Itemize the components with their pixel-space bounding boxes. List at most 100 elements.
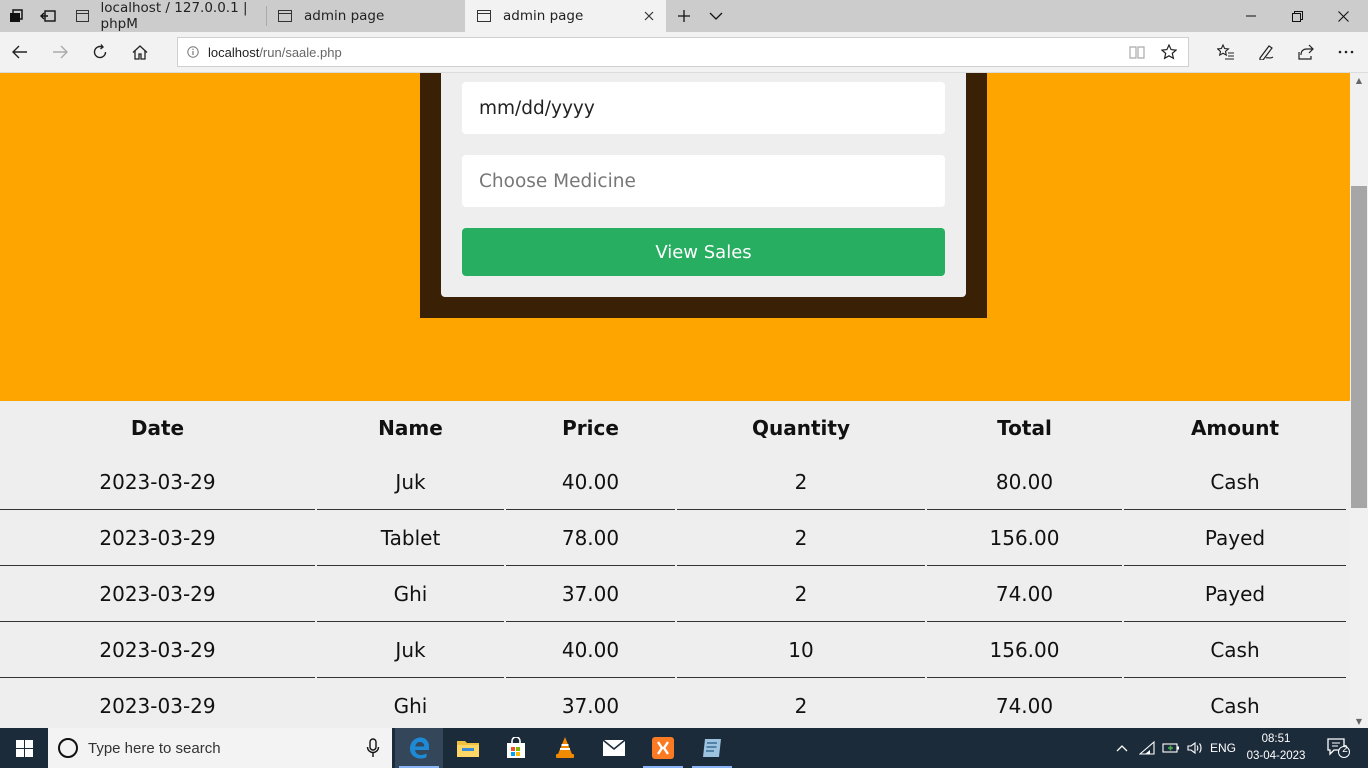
- medicine-select-placeholder: Choose Medicine: [479, 170, 636, 192]
- tab-phpmyadmin[interactable]: localhost / 127.0.0.1 | phpM: [64, 0, 266, 32]
- date-input-placeholder: mm/dd/yyyy: [479, 97, 595, 119]
- navigation-bar: localhost/run/saale.php: [0, 32, 1368, 73]
- home-icon[interactable]: [120, 32, 160, 72]
- favorite-star-icon[interactable]: [1154, 38, 1184, 66]
- cell-date: 2023-03-29: [0, 566, 315, 622]
- cell-amount: Cash: [1124, 455, 1346, 510]
- close-window-icon[interactable]: [1320, 0, 1366, 32]
- taskbar-search-box[interactable]: Type here to search: [48, 728, 392, 768]
- cell-quantity: 2: [677, 566, 925, 622]
- share-icon[interactable]: [1286, 32, 1326, 72]
- cell-price: 40.00: [506, 622, 675, 678]
- taskbar-store-icon[interactable]: [492, 728, 540, 768]
- close-tab-icon[interactable]: [640, 7, 658, 25]
- tab-preview-chevron-icon[interactable]: [700, 0, 732, 32]
- tab-bar: localhost / 127.0.0.1 | phpM admin page …: [0, 0, 1368, 32]
- cell-name: Ghi: [317, 678, 504, 728]
- volume-icon[interactable]: [1184, 728, 1206, 768]
- clock-time: 08:51: [1261, 733, 1291, 745]
- cell-price: 37.00: [506, 566, 675, 622]
- tab-title: localhost / 127.0.0.1 | phpM: [100, 0, 248, 32]
- show-hidden-icons-chevron-icon[interactable]: [1112, 728, 1132, 768]
- site-info-icon[interactable]: [178, 46, 208, 58]
- tab-admin-page[interactable]: admin page: [266, 0, 465, 32]
- web-note-pen-icon[interactable]: [1246, 32, 1286, 72]
- header-total: Total: [997, 416, 1052, 440]
- battery-icon[interactable]: [1160, 728, 1182, 768]
- page-icon: [76, 10, 89, 22]
- cell-quantity: 2: [677, 678, 925, 728]
- cell-total: 74.00: [927, 566, 1122, 622]
- taskbar-edge-icon[interactable]: [395, 728, 443, 768]
- header-price: Price: [562, 416, 619, 440]
- table-header-row: Date Name Price Quantity Total Amount: [0, 401, 1346, 455]
- favorites-hub-icon[interactable]: [1206, 32, 1246, 72]
- page-icon: [477, 10, 491, 22]
- table-row: 2023-03-29 Juk 40.00 2 80.00 Cash: [0, 455, 1346, 510]
- taskbar-clock[interactable]: 08:51 03-04-2023: [1240, 731, 1312, 765]
- cell-total: 80.00: [927, 455, 1122, 510]
- cell-amount: Cash: [1124, 678, 1346, 728]
- windows-taskbar: Type here to search ENG 08:51 03-04-2023: [0, 728, 1368, 768]
- cell-date: 2023-03-29: [0, 510, 315, 566]
- clock-date: 03-04-2023: [1246, 750, 1306, 762]
- cell-name: Tablet: [317, 510, 504, 566]
- cell-price: 37.00: [506, 678, 675, 728]
- cell-price: 78.00: [506, 510, 675, 566]
- scrollbar-thumb[interactable]: [1351, 186, 1367, 508]
- tab-actions-icon[interactable]: [0, 0, 32, 32]
- view-sales-button[interactable]: View Sales: [462, 228, 945, 276]
- cell-date: 2023-03-29: [0, 622, 315, 678]
- windows-start-icon[interactable]: [0, 728, 48, 768]
- tab-admin-page-active[interactable]: admin page: [465, 0, 666, 32]
- network-wifi-icon[interactable]: [1136, 728, 1158, 768]
- microphone-icon[interactable]: [366, 738, 380, 758]
- refresh-icon[interactable]: [80, 32, 120, 72]
- url-text[interactable]: localhost/run/saale.php: [208, 45, 342, 60]
- scroll-down-arrow-icon[interactable]: ▼: [1350, 714, 1368, 728]
- cell-total: 74.00: [927, 678, 1122, 728]
- taskbar-notes-app-icon[interactable]: [688, 728, 736, 768]
- header-date: Date: [130, 416, 185, 440]
- scroll-up-arrow-icon[interactable]: ▲: [1350, 73, 1368, 87]
- taskbar-file-explorer-icon[interactable]: [444, 728, 492, 768]
- cell-quantity: 2: [677, 455, 925, 510]
- taskbar-xampp-icon[interactable]: [639, 728, 687, 768]
- table-row: 2023-03-29 Tablet 78.00 2 156.00 Payed: [0, 510, 1346, 566]
- address-bar[interactable]: localhost/run/saale.php: [177, 37, 1189, 67]
- date-input[interactable]: mm/dd/yyyy: [462, 82, 945, 134]
- page-viewport: mm/dd/yyyy Choose Medicine View Sales Da…: [0, 73, 1350, 728]
- cell-name: Juk: [317, 622, 504, 678]
- restore-icon[interactable]: [1274, 0, 1320, 32]
- reading-view-icon[interactable]: [1122, 38, 1152, 66]
- header-name: Name: [378, 416, 443, 440]
- cell-date: 2023-03-29: [0, 455, 315, 510]
- table-row: 2023-03-29 Juk 40.00 10 156.00 Cash: [0, 622, 1346, 678]
- tab-title: admin page: [503, 8, 584, 24]
- medicine-select[interactable]: Choose Medicine: [462, 155, 945, 207]
- cortana-icon[interactable]: [58, 738, 78, 758]
- set-tabs-aside-icon[interactable]: [32, 0, 64, 32]
- cell-total: 156.00: [927, 510, 1122, 566]
- cell-name: Juk: [317, 455, 504, 510]
- input-language[interactable]: ENG: [1206, 728, 1240, 768]
- sales-table-body: 2023-03-29 Juk 40.00 2 80.00 Cash 2023-0…: [0, 455, 1346, 728]
- page-icon: [278, 10, 292, 22]
- header-amount: Amount: [1190, 416, 1280, 440]
- vertical-scrollbar[interactable]: ▲ ▼: [1350, 73, 1368, 728]
- cell-quantity: 2: [677, 510, 925, 566]
- new-tab-icon[interactable]: [668, 0, 700, 32]
- taskbar-mail-icon[interactable]: [590, 728, 638, 768]
- action-center-icon[interactable]: 2: [1318, 728, 1358, 768]
- minimize-icon[interactable]: [1228, 0, 1274, 32]
- cell-name: Ghi: [317, 566, 504, 622]
- table-row: 2023-03-29 Ghi 37.00 2 74.00 Payed: [0, 566, 1346, 622]
- cell-amount: Payed: [1124, 566, 1346, 622]
- taskbar-vlc-icon[interactable]: [541, 728, 589, 768]
- cell-amount: Cash: [1124, 622, 1346, 678]
- search-placeholder: Type here to search: [88, 739, 221, 757]
- forward-icon[interactable]: [40, 32, 80, 72]
- back-icon[interactable]: [0, 32, 40, 72]
- more-options-icon[interactable]: [1326, 32, 1366, 72]
- url-host: localhost: [208, 44, 260, 60]
